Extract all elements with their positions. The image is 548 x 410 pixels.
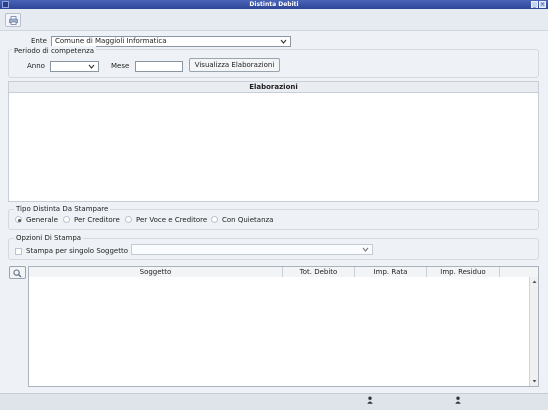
search-icon — [13, 269, 22, 278]
column-header-tot-debito[interactable]: Tot. Debito — [283, 267, 355, 277]
radio-per-voce-e-creditore[interactable] — [125, 216, 132, 223]
window-title-bar: Distinta Debiti — [0, 0, 548, 9]
window-title: Distinta Debiti — [249, 1, 299, 8]
radio-con-quietanza[interactable] — [211, 216, 218, 223]
scroll-up-icon[interactable] — [530, 279, 539, 285]
chevron-down-icon — [88, 64, 95, 69]
column-header-imp-residuo[interactable]: Imp. Residuo — [427, 267, 500, 277]
search-button[interactable] — [9, 266, 26, 279]
tipo-distinta-title: Tipo Distinta Da Stampare — [14, 204, 111, 214]
opzioni-title: Opzioni Di Stampa — [14, 233, 84, 243]
minimize-icon[interactable]: _ — [531, 1, 538, 8]
stampa-singolo-soggetto-label[interactable]: Stampa per singolo Soggetto — [26, 246, 128, 256]
mese-input[interactable] — [135, 61, 183, 72]
radio-per-voce-e-creditore-label[interactable]: Per Voce e Creditore — [136, 215, 207, 225]
radio-con-quietanza-label[interactable]: Con Quietanza — [222, 215, 273, 225]
chevron-down-icon — [362, 247, 369, 252]
scroll-down-icon[interactable] — [530, 378, 539, 384]
column-header-imp-rata[interactable]: Imp. Rata — [355, 267, 427, 277]
ente-label: Ente — [31, 37, 47, 45]
close-icon[interactable]: × — [539, 1, 546, 8]
user-icon — [367, 396, 373, 404]
print-button[interactable] — [5, 13, 21, 27]
soggetto-select[interactable] — [131, 244, 373, 255]
grid-scrollbar[interactable] — [529, 277, 538, 386]
elaborazioni-panel: Elaborazioni — [8, 81, 539, 202]
chevron-down-icon — [280, 39, 287, 44]
user-icon — [455, 396, 461, 404]
soggetti-grid: Soggetto Tot. Debito Imp. Rata Imp. Resi… — [28, 266, 539, 387]
app-icon — [2, 1, 9, 8]
column-header-filler — [500, 267, 538, 277]
periodo-title: Periodo di competenza — [12, 46, 97, 56]
column-header-soggetto[interactable]: Soggetto — [29, 267, 283, 277]
stampa-singolo-soggetto-checkbox[interactable] — [15, 248, 22, 255]
printer-icon — [9, 16, 18, 25]
elaborazioni-header: Elaborazioni — [9, 82, 538, 93]
ente-select-value: Comune di Maggioli Informatica — [55, 37, 167, 45]
radio-per-creditore-label[interactable]: Per Creditore — [74, 215, 120, 225]
anno-label: Anno — [27, 62, 45, 70]
radio-per-creditore[interactable] — [63, 216, 70, 223]
toolbar — [0, 9, 548, 31]
radio-generale-label[interactable]: Generale — [26, 215, 58, 225]
mese-label: Mese — [111, 62, 130, 70]
radio-generale[interactable] — [15, 216, 22, 223]
status-bar — [0, 393, 548, 410]
visualizza-elaborazioni-button[interactable]: Visualizza Elaborazioni — [189, 58, 280, 72]
anno-select[interactable] — [50, 61, 99, 72]
